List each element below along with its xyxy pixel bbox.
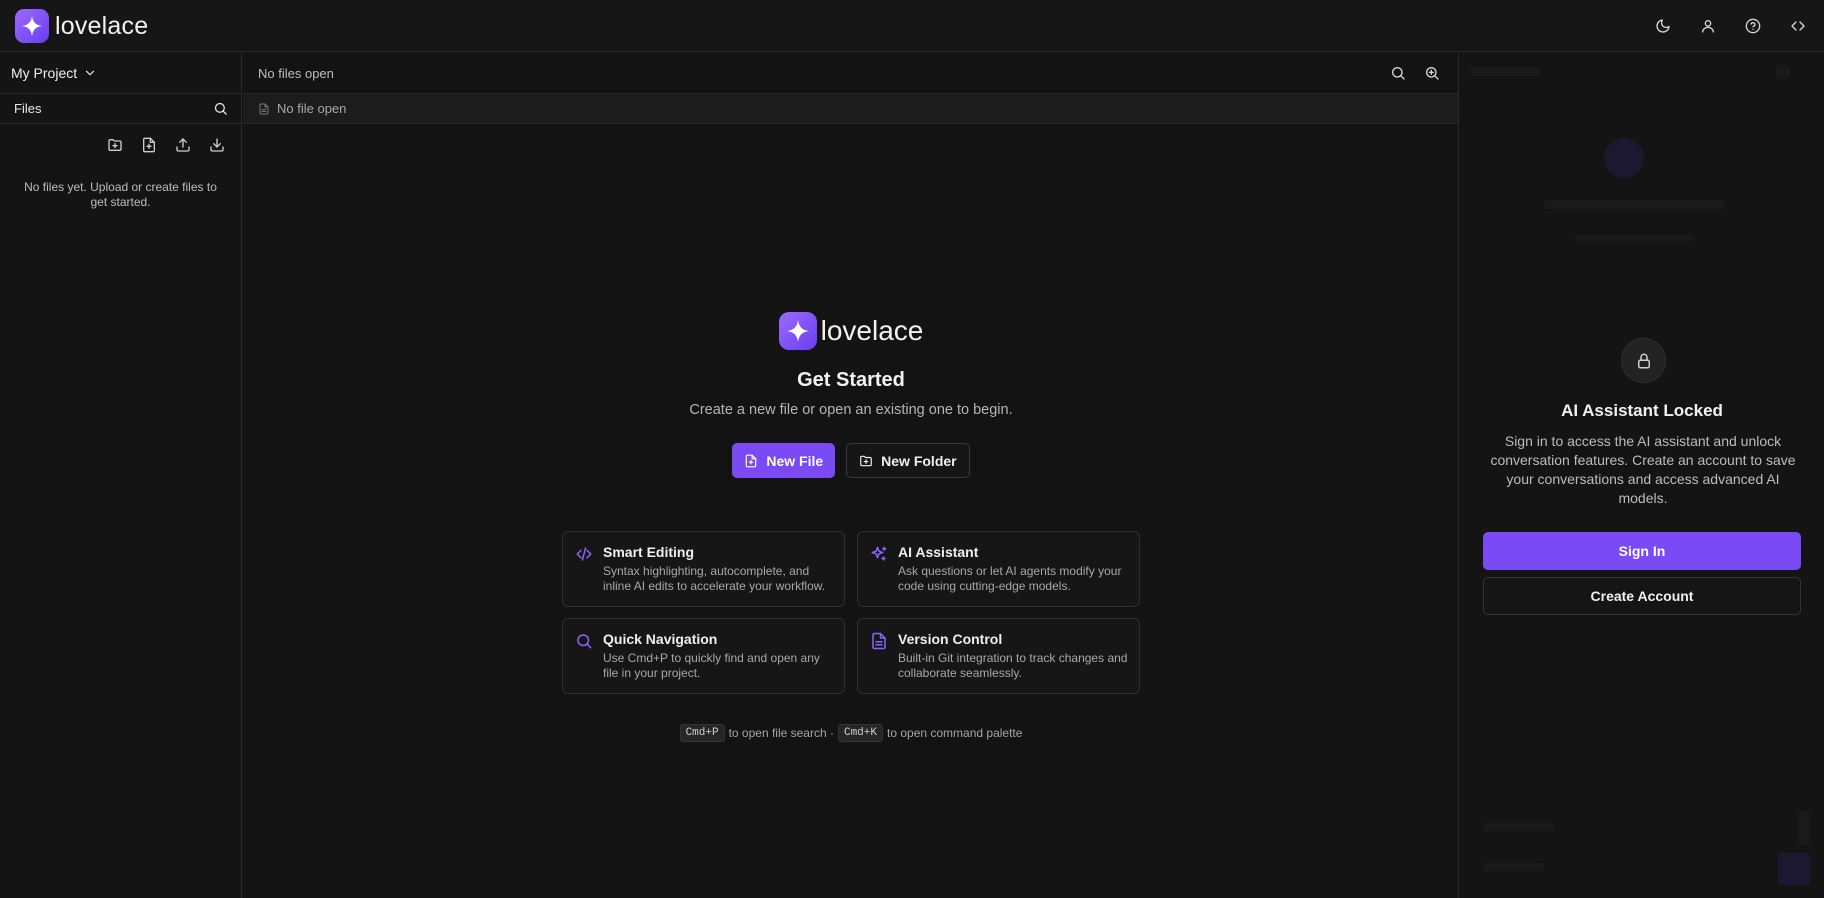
sign-in-button[interactable]: Sign In (1483, 532, 1801, 570)
user-icon[interactable] (1696, 14, 1720, 38)
feature-title: Smart Editing (603, 544, 695, 560)
new-file-button[interactable]: New File (732, 443, 836, 478)
feature-title: AI Assistant (898, 544, 979, 560)
search-icon[interactable] (1390, 65, 1406, 81)
feature-description: Syntax highlighting, autocomplete, and i… (603, 564, 826, 593)
project-name: My Project (11, 65, 78, 81)
placeholder-bar (1484, 863, 1544, 871)
download-icon[interactable] (209, 137, 227, 155)
create-account-button[interactable]: Create Account (1483, 577, 1801, 615)
get-started-subtitle: Create a new file or open an existing on… (689, 402, 1013, 418)
new-file-label: New File (766, 452, 824, 469)
feature-grid: Smart Editing Syntax highlighting, autoc… (562, 531, 1140, 694)
code-icon[interactable] (1786, 14, 1810, 38)
welcome-brand-name: lovelace (820, 315, 924, 346)
top-bar: lovelace (0, 0, 1824, 52)
shortcut-key: Cmd+P (679, 724, 725, 742)
feature-title: Quick Navigation (603, 631, 718, 647)
new-file-icon (744, 454, 758, 468)
search-icon (575, 632, 593, 650)
new-folder-icon (859, 454, 873, 468)
placeholder-bar (1778, 853, 1810, 885)
feature-card-quick-navigation: Quick Navigation Use Cmd+P to quickly fi… (562, 618, 845, 694)
placeholder-bar (1574, 235, 1694, 241)
feature-description: Use Cmd+P to quickly find and open any f… (603, 651, 820, 680)
tab-label: No file open (277, 101, 347, 116)
file-sidebar: My Project Files No files yet. Upload or… (0, 53, 242, 898)
search-icon[interactable] (213, 101, 228, 116)
brand-logo[interactable]: lovelace (15, 9, 148, 43)
shortcut-key: Cmd+K (837, 724, 883, 742)
feature-description: Ask questions or let AI agents modify yo… (898, 564, 1122, 593)
lock-icon (1621, 338, 1666, 383)
files-label: Files (14, 101, 42, 116)
moon-icon[interactable] (1651, 14, 1675, 38)
placeholder-bar (1470, 67, 1540, 76)
help-icon[interactable] (1741, 14, 1765, 38)
new-folder-button[interactable]: New Folder (846, 443, 970, 478)
sparkle-logo-icon (778, 312, 817, 350)
feature-title: Version Control (898, 631, 1003, 647)
feature-card-smart-editing: Smart Editing Syntax highlighting, autoc… (562, 531, 845, 607)
sparkle-logo-icon (15, 9, 49, 43)
placeholder-bar (1604, 138, 1644, 178)
editor-area: No files open No file open lovelace Get … (243, 53, 1459, 898)
new-folder-icon[interactable] (107, 137, 125, 155)
ai-locked-title: AI Assistant Locked (1561, 401, 1723, 420)
new-folder-label: New Folder (881, 452, 957, 469)
placeholder-bar (1776, 65, 1790, 79)
ai-locked-description: Sign in to access the AI assistant and u… (1490, 433, 1796, 506)
editor-header: No files open (243, 53, 1458, 94)
new-file-icon[interactable] (141, 137, 159, 155)
shortcut-hints: Cmd+P to open file search · Cmd+K to ope… (243, 724, 1459, 742)
upload-icon[interactable] (175, 137, 193, 155)
zoom-in-icon[interactable] (1424, 65, 1440, 81)
brand-name: lovelace (55, 11, 149, 40)
code-icon (575, 545, 593, 563)
file-icon (258, 103, 270, 115)
welcome-logo: lovelace (243, 312, 1459, 350)
shortcut-text: to open command palette (887, 726, 1023, 740)
chevron-down-icon (83, 66, 97, 80)
sparkles-icon (870, 545, 888, 563)
ai-assistant-panel: AI Assistant Locked Sign in to access th… (1460, 53, 1824, 898)
shortcut-text: to open file search · (728, 726, 834, 740)
get-started-title: Get Started (797, 369, 905, 391)
files-header: Files (0, 94, 241, 124)
open-files-status: No files open (258, 65, 334, 81)
placeholder-bar (1544, 200, 1724, 209)
placeholder-bar (1798, 811, 1810, 845)
placeholder-bar (1484, 823, 1554, 831)
document-icon (870, 632, 888, 650)
feature-card-ai-assistant: AI Assistant Ask questions or let AI age… (857, 531, 1140, 607)
project-selector[interactable]: My Project (0, 53, 241, 94)
feature-description: Built-in Git integration to track change… (898, 651, 1128, 680)
welcome-panel: lovelace Get Started Create a new file o… (243, 312, 1459, 478)
tab-bar: No file open (243, 94, 1458, 124)
feature-card-version-control: Version Control Built-in Git integration… (857, 618, 1140, 694)
file-actions (0, 124, 241, 155)
empty-files-message: No files yet. Upload or create files to … (24, 180, 217, 209)
